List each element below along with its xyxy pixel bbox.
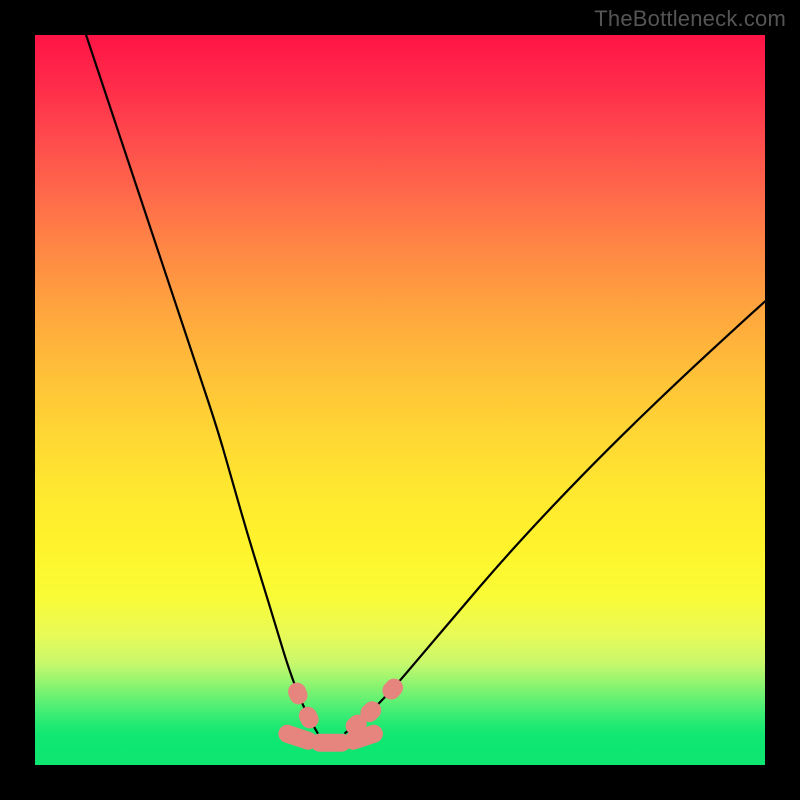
marker-group [276, 675, 407, 752]
watermark-text: TheBottleneck.com [594, 6, 786, 32]
curve-marker [285, 680, 310, 707]
curve-marker [296, 704, 322, 732]
left-curve [86, 35, 317, 733]
chart-svg [35, 35, 765, 765]
chart-container: TheBottleneck.com [0, 0, 800, 800]
right-curve [345, 301, 765, 732]
plot-area [35, 35, 765, 765]
